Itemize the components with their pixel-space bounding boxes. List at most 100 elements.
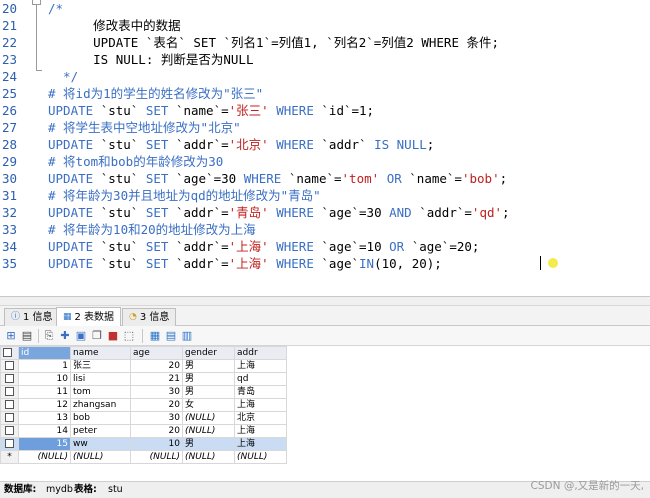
cell-addr[interactable]: (NULL): [234, 450, 287, 464]
cell-id[interactable]: (NULL): [18, 450, 71, 464]
cell-addr[interactable]: 青岛: [234, 385, 287, 399]
code-line[interactable]: 25 # 将id为1的学生的姓名修改为"张三": [0, 85, 650, 102]
export-icon[interactable]: ⎘: [42, 329, 56, 343]
row-checkbox[interactable]: [0, 437, 19, 451]
cell-age[interactable]: (NULL): [130, 450, 183, 464]
code-line[interactable]: 28 UPDATE `stu` SET `addr`='北京' WHERE `ad…: [0, 136, 650, 153]
column-header-id[interactable]: id: [18, 346, 71, 360]
column-header-gender[interactable]: gender: [182, 346, 235, 360]
cell-age[interactable]: 20: [130, 359, 183, 373]
select-all-checkbox[interactable]: [0, 346, 19, 360]
column-header-addr[interactable]: addr: [234, 346, 287, 360]
cell-id[interactable]: 10: [18, 372, 71, 386]
table-row[interactable]: 12 zhangsan 20 女上海: [0, 398, 287, 412]
cell-name[interactable]: bob: [70, 411, 131, 425]
editor-results-splitter[interactable]: [0, 296, 650, 306]
code-token: # 将tom和bob的年龄修改为30: [48, 154, 224, 169]
code-line[interactable]: 34 UPDATE `stu` SET `addr`='上海' WHERE `ag…: [0, 238, 650, 255]
cell-age[interactable]: 20: [130, 424, 183, 438]
cell-gender[interactable]: (NULL): [182, 424, 235, 438]
code-line[interactable]: 22 UPDATE `表名` SET `列名1`=列值1, `列名2`=列值2 …: [0, 34, 650, 51]
code-line[interactable]: 30 UPDATE `stu` SET `age`=30 WHERE `name`…: [0, 170, 650, 187]
delete-row-icon[interactable]: ■: [106, 329, 120, 343]
code-line[interactable]: 20 /*: [0, 0, 650, 17]
cell-age[interactable]: 30: [130, 411, 183, 425]
data-table: id name age gender addr 1 张三 20 男上海 10 lisi 21…: [0, 346, 287, 464]
tab-messages[interactable]: ⓘ 1 信息: [4, 308, 60, 326]
grid-mode-icon[interactable]: ⊞: [4, 329, 18, 343]
cell-name[interactable]: tom: [70, 385, 131, 399]
info-icon: ⓘ: [11, 312, 21, 322]
cell-addr[interactable]: 北京: [234, 411, 287, 425]
form-view-icon[interactable]: ▤: [164, 329, 178, 343]
table-row[interactable]: 13 bob 30 (NULL) 北京: [0, 411, 287, 425]
table-row[interactable]: 11 tom 30 男青岛: [0, 385, 287, 399]
code-line[interactable]: 24 */: [0, 68, 650, 85]
cell-gender[interactable]: 男: [182, 437, 235, 451]
refresh-icon[interactable]: ⬚: [122, 329, 136, 343]
cell-id[interactable]: 13: [18, 411, 71, 425]
code-line[interactable]: 23 IS NULL: 判断是否为NULL: [0, 51, 650, 68]
row-checkbox[interactable]: [0, 359, 19, 373]
cell-gender[interactable]: (NULL): [182, 450, 235, 464]
cell-name[interactable]: 张三: [70, 359, 131, 373]
cell-addr[interactable]: 上海: [234, 398, 287, 412]
cell-addr[interactable]: 上海: [234, 424, 287, 438]
sql-editor[interactable]: 20/* 21 修改表中的数据 22 UPDATE `表名` SET `列名1`=列…: [0, 0, 650, 296]
insert-row-icon[interactable]: ✚: [58, 329, 72, 343]
cell-gender[interactable]: 男: [182, 372, 235, 386]
code-line[interactable]: 26 UPDATE `stu` SET `name`='张三' WHERE `id…: [0, 102, 650, 119]
cell-gender[interactable]: 男: [182, 385, 235, 399]
cell-name[interactable]: (NULL): [70, 450, 131, 464]
cell-name[interactable]: ww: [70, 437, 131, 451]
cell-gender[interactable]: 女: [182, 398, 235, 412]
code-token: # 将学生表中空地址修改为"北京": [48, 120, 241, 135]
code-token: 'tom': [341, 171, 380, 186]
column-header-age[interactable]: age: [130, 346, 183, 360]
cell-age[interactable]: 20: [130, 398, 183, 412]
cell-name[interactable]: lisi: [70, 372, 131, 386]
code-line[interactable]: 29 # 将tom和bob的年龄修改为30: [0, 153, 650, 170]
cell-id[interactable]: 11: [18, 385, 71, 399]
table-row[interactable]: * (NULL) (NULL) (NULL) (NULL) (NULL): [0, 450, 287, 464]
grid-view-icon[interactable]: ▦: [148, 329, 162, 343]
cell-age[interactable]: 30: [130, 385, 183, 399]
cell-id[interactable]: 14: [18, 424, 71, 438]
duplicate-icon[interactable]: ❐: [90, 329, 104, 343]
cell-addr[interactable]: qd: [234, 372, 287, 386]
filter-dropdown-icon[interactable]: ▤: [20, 329, 34, 343]
cell-gender[interactable]: 男: [182, 359, 235, 373]
code-token: SET: [145, 239, 176, 254]
cell-age[interactable]: 10: [130, 437, 183, 451]
cell-id[interactable]: 15: [18, 437, 71, 451]
row-checkbox[interactable]: [0, 411, 19, 425]
new-row-marker[interactable]: *: [0, 450, 19, 464]
column-header-name[interactable]: name: [70, 346, 131, 360]
cell-id[interactable]: 12: [18, 398, 71, 412]
row-checkbox[interactable]: [0, 385, 19, 399]
table-row[interactable]: 15 ww 10 男上海: [0, 437, 287, 451]
tab-info[interactable]: ◔ 3 信息: [122, 308, 177, 326]
code-line[interactable]: 33 # 将年龄为10和20的地址修改为上海: [0, 221, 650, 238]
table-row[interactable]: 1 张三 20 男上海: [0, 359, 287, 373]
cell-name[interactable]: peter: [70, 424, 131, 438]
tab-table-data[interactable]: ▦ 2 表数据: [56, 307, 122, 327]
result-grid[interactable]: id name age gender addr 1 张三 20 男上海 10 lisi 21…: [0, 346, 650, 481]
cell-gender[interactable]: (NULL): [182, 411, 235, 425]
cell-id[interactable]: 1: [18, 359, 71, 373]
row-checkbox[interactable]: [0, 398, 19, 412]
table-row[interactable]: 14 peter 20 (NULL) 上海: [0, 424, 287, 438]
cell-addr[interactable]: 上海: [234, 359, 287, 373]
code-line[interactable]: 27 # 将学生表中空地址修改为"北京": [0, 119, 650, 136]
cell-age[interactable]: 21: [130, 372, 183, 386]
code-line[interactable]: 21 修改表中的数据: [0, 17, 650, 34]
row-checkbox[interactable]: [0, 372, 19, 386]
table-row[interactable]: 10 lisi 21 男 qd: [0, 372, 287, 386]
save-icon[interactable]: ▣: [74, 329, 88, 343]
text-view-icon[interactable]: ▥: [180, 329, 194, 343]
cell-name[interactable]: zhangsan: [70, 398, 131, 412]
code-line[interactable]: 32 UPDATE `stu` SET `addr`='青岛' WHERE `ag…: [0, 204, 650, 221]
cell-addr[interactable]: 上海: [234, 437, 287, 451]
row-checkbox[interactable]: [0, 424, 19, 438]
code-line[interactable]: 31 # 将年龄为30并且地址为qd的地址修改为"青岛": [0, 187, 650, 204]
